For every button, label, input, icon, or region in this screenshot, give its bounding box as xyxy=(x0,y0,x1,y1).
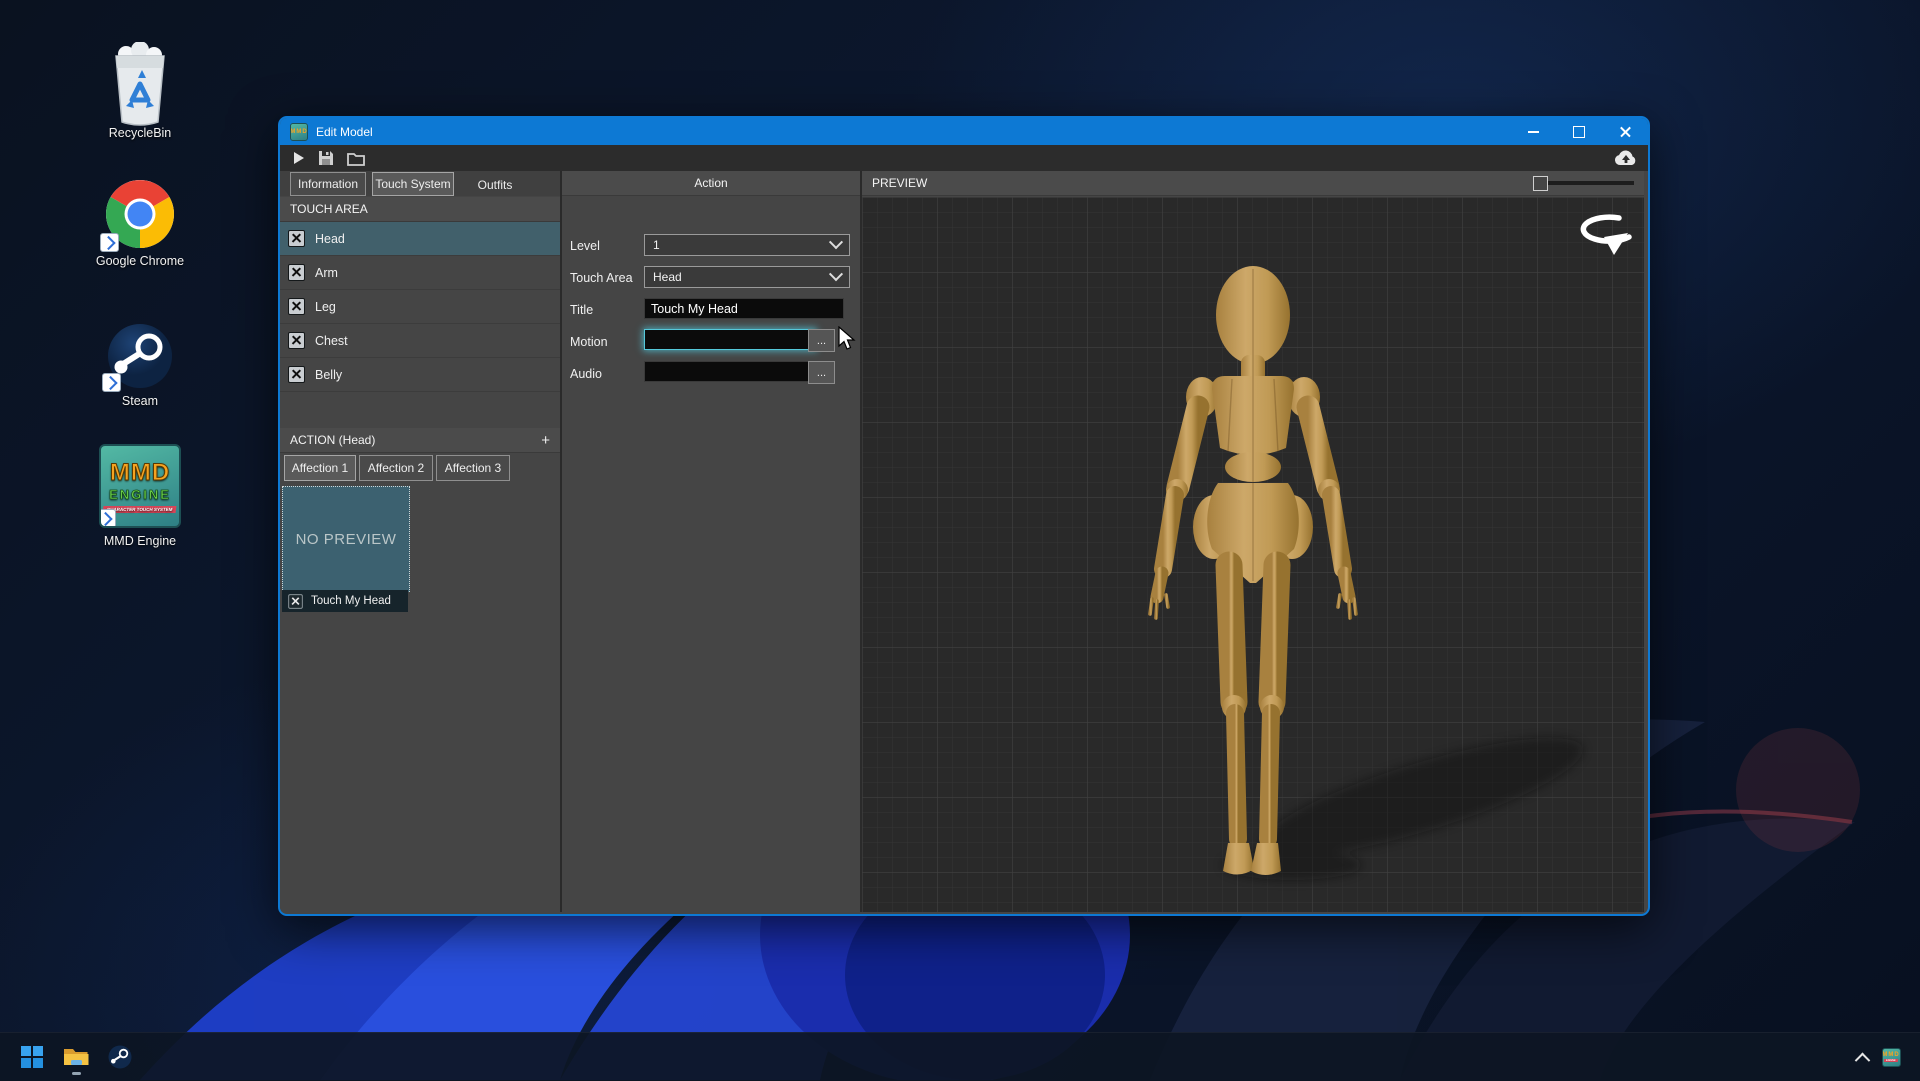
checkbox-checked[interactable] xyxy=(288,332,305,349)
checkbox-checked[interactable] xyxy=(288,594,302,608)
desktop-icon-label: Steam xyxy=(85,394,195,408)
audio-label: Audio xyxy=(570,367,602,381)
zoom-slider[interactable] xyxy=(1533,176,1634,191)
desktop-icon-label: RecycleBin xyxy=(85,126,195,140)
touch-area-item-chest[interactable]: Chest xyxy=(280,324,560,358)
no-preview-text: NO PREVIEW xyxy=(296,531,397,548)
title-label: Title xyxy=(570,303,593,317)
preview-header: PREVIEW xyxy=(862,171,1644,196)
chevron-down-icon xyxy=(829,267,843,281)
open-folder-button[interactable] xyxy=(347,151,365,166)
minimize-icon xyxy=(1528,131,1539,133)
play-button[interactable] xyxy=(292,151,305,165)
window-app-icon: MMD xyxy=(290,123,308,141)
desktop-icon-label: Google Chrome xyxy=(85,254,195,268)
windows-logo-icon xyxy=(21,1046,43,1068)
tab-outfits[interactable]: Outfits xyxy=(462,174,528,196)
tab-affection-3[interactable]: Affection 3 xyxy=(436,455,510,481)
action-section-header: ACTION (Head) + xyxy=(280,428,560,453)
touch-area-item-belly[interactable]: Belly xyxy=(280,358,560,392)
shortcut-arrow-icon xyxy=(100,233,119,252)
desktop-icon-steam[interactable]: Steam xyxy=(85,322,195,408)
close-icon xyxy=(1619,125,1632,138)
chevron-down-icon xyxy=(829,235,843,249)
touch-area-label: Touch Area xyxy=(570,271,633,285)
audio-browse-button[interactable]: ... xyxy=(808,361,835,384)
file-explorer-button[interactable] xyxy=(56,1037,96,1077)
slider-handle[interactable] xyxy=(1533,176,1548,191)
mouse-cursor xyxy=(838,326,860,352)
window-title: Edit Model xyxy=(316,125,373,139)
main-tabbar: Information Touch System Outfits xyxy=(280,171,560,196)
action-item[interactable]: Touch My Head xyxy=(282,590,408,612)
slider-track[interactable] xyxy=(1548,181,1634,185)
maximize-icon xyxy=(1573,126,1585,138)
shortcut-arrow-icon xyxy=(99,509,116,528)
desktop-icon-recycle-bin[interactable]: RecycleBin xyxy=(85,42,195,140)
title-input[interactable]: Touch My Head xyxy=(644,298,844,319)
preview-panel: PREVIEW xyxy=(862,171,1644,912)
tab-touch-system[interactable]: Touch System xyxy=(372,172,454,196)
running-indicator xyxy=(72,1072,81,1075)
preview-3d-scene xyxy=(862,197,1644,912)
start-button[interactable] xyxy=(12,1037,52,1077)
tab-affection-1[interactable]: Affection 1 xyxy=(284,455,356,481)
tray-chevron-button[interactable] xyxy=(1848,1037,1876,1077)
tab-information[interactable]: Information xyxy=(290,172,366,196)
cloud-upload-icon[interactable] xyxy=(1614,150,1638,167)
tab-affection-2[interactable]: Affection 2 xyxy=(359,455,433,481)
mmd-engine-icon: MMD ENGINE CHARACTER TOUCH SYSTEM xyxy=(99,444,181,528)
level-label: Level xyxy=(570,239,600,253)
save-button[interactable] xyxy=(318,150,334,166)
touch-area-list: Head Arm Leg Chest Belly xyxy=(280,222,560,428)
level-select[interactable]: 1 xyxy=(644,234,850,256)
file-explorer-icon xyxy=(63,1046,89,1068)
touch-area-header: TOUCH AREA xyxy=(280,197,560,222)
touch-area-item-head[interactable]: Head xyxy=(280,222,560,256)
maximize-button[interactable] xyxy=(1556,118,1602,145)
action-preview-tile[interactable]: NO PREVIEW xyxy=(282,486,410,592)
audio-input[interactable] xyxy=(644,361,816,382)
window-toolbar xyxy=(280,145,1648,171)
taskbar: MMD ENGINE xyxy=(0,1032,1920,1081)
affection-tabbar: Affection 1 Affection 2 Affection 3 xyxy=(280,454,560,481)
add-action-button[interactable]: + xyxy=(541,432,550,449)
action-form-header: Action xyxy=(562,171,860,196)
touch-area-select[interactable]: Head xyxy=(644,266,850,288)
checkbox-checked[interactable] xyxy=(288,264,305,281)
minimize-button[interactable] xyxy=(1510,118,1556,145)
desktop-icon-chrome[interactable]: Google Chrome xyxy=(85,178,195,268)
steam-icon xyxy=(108,1045,132,1069)
shortcut-arrow-icon xyxy=(102,373,121,392)
window-titlebar[interactable]: MMD Edit Model xyxy=(280,118,1648,145)
recycle-bin-icon xyxy=(108,42,172,126)
preview-viewport[interactable] xyxy=(862,197,1644,912)
motion-input[interactable] xyxy=(644,329,816,350)
motion-browse-button[interactable]: ... xyxy=(808,329,835,352)
touch-area-item-leg[interactable]: Leg xyxy=(280,290,560,324)
touch-system-panel: Information Touch System Outfits TOUCH A… xyxy=(280,171,560,912)
close-button[interactable] xyxy=(1602,118,1648,145)
edit-model-window: MMD Edit Model Information Touch System … xyxy=(278,116,1650,916)
taskbar-steam-button[interactable] xyxy=(100,1037,140,1077)
motion-label: Motion xyxy=(570,335,608,349)
touch-area-item-arm[interactable]: Arm xyxy=(280,256,560,290)
desktop-icon-mmd-engine[interactable]: MMD ENGINE CHARACTER TOUCH SYSTEM MMD En… xyxy=(85,444,195,548)
checkbox-checked[interactable] xyxy=(288,298,305,315)
checkbox-checked[interactable] xyxy=(288,230,305,247)
desktop-icon-label: MMD Engine xyxy=(85,534,195,548)
tray-mmd-engine-icon[interactable]: MMD ENGINE xyxy=(1876,1037,1906,1077)
checkbox-checked[interactable] xyxy=(288,366,305,383)
chevron-up-icon xyxy=(1854,1052,1870,1068)
action-form-panel: Action Level 1 Touch Area Head Title Tou… xyxy=(562,171,860,912)
